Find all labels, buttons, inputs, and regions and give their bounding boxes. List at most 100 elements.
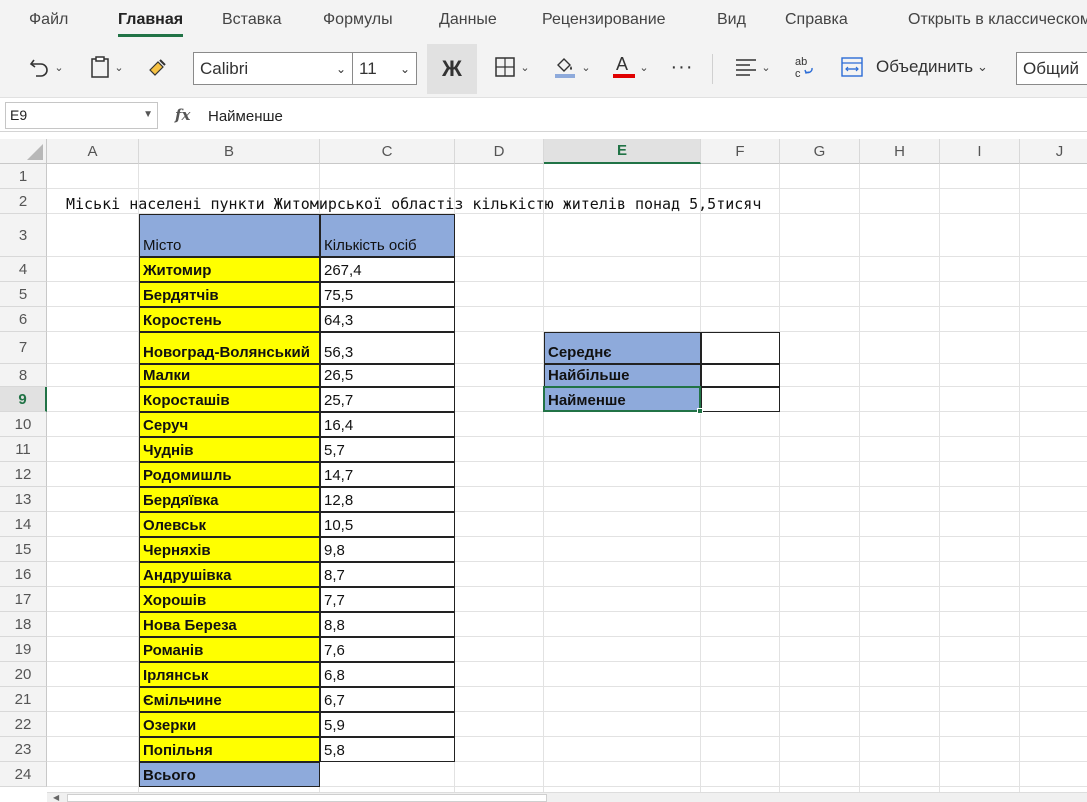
menu-open-desktop[interactable]: Открыть в классическом <box>908 11 1087 29</box>
more-options-button[interactable]: ··· <box>664 48 700 86</box>
population-cell[interactable]: 64,3 <box>320 307 455 332</box>
sheet-title-cell[interactable]: Міські населені пункти Житомирської обла… <box>66 195 761 213</box>
row-header-10[interactable]: 10 <box>0 412 47 437</box>
stat-label-cell[interactable]: Найбільше <box>544 364 701 387</box>
format-painter-button[interactable] <box>142 48 174 86</box>
row-header-1[interactable]: 1 <box>0 164 47 189</box>
population-cell[interactable]: 12,8 <box>320 487 455 512</box>
population-cell[interactable]: 56,3 <box>320 332 455 364</box>
population-cell[interactable]: 6,8 <box>320 662 455 687</box>
select-all-corner[interactable] <box>0 139 47 164</box>
scroll-left-icon[interactable]: ◀ <box>53 793 59 802</box>
font-name-select[interactable]: Calibri ⌄ <box>193 52 353 85</box>
spreadsheet-grid[interactable]: ABCDEFGHIJ 1 2 3 4 5 6 7 8 9 10 11 12 13 14 15 16 17 18 19… <box>0 139 1087 802</box>
menu-home[interactable]: Главная <box>118 11 183 29</box>
city-cell[interactable]: Серуч <box>139 412 320 437</box>
table-header-population[interactable]: Кількість осіб <box>320 214 455 257</box>
undo-button[interactable]: ⌄ <box>22 48 70 86</box>
city-cell[interactable]: Короcташів <box>139 387 320 412</box>
font-size-select[interactable]: 11 ⌄ <box>352 52 417 85</box>
city-cell[interactable]: Попільня <box>139 737 320 762</box>
font-color-button[interactable]: A ⌄ <box>606 48 654 86</box>
population-cell[interactable]: 6,7 <box>320 687 455 712</box>
city-cell[interactable]: Хорошів <box>139 587 320 612</box>
row-header-9[interactable]: 9 <box>0 387 47 412</box>
menu-view[interactable]: Вид <box>717 11 746 29</box>
city-cell[interactable]: Родомишль <box>139 462 320 487</box>
population-cell[interactable]: 16,4 <box>320 412 455 437</box>
city-cell[interactable]: Ємільчине <box>139 687 320 712</box>
menu-review[interactable]: Рецензирование <box>542 11 666 29</box>
row-header-15[interactable]: 15 <box>0 537 47 562</box>
row-header-5[interactable]: 5 <box>0 282 47 307</box>
menu-formulas[interactable]: Формулы <box>323 11 393 29</box>
row-header-20[interactable]: 20 <box>0 662 47 687</box>
row-header-17[interactable]: 17 <box>0 587 47 612</box>
column-header-j[interactable]: J <box>1020 139 1087 164</box>
city-cell[interactable]: Черняхів <box>139 537 320 562</box>
city-cell[interactable]: Озерки <box>139 712 320 737</box>
row-header-19[interactable]: 19 <box>0 637 47 662</box>
column-header-a[interactable]: A <box>47 139 139 164</box>
city-cell[interactable]: Коростень <box>139 307 320 332</box>
row-header-4[interactable]: 4 <box>0 257 47 282</box>
column-header-i[interactable]: I <box>940 139 1020 164</box>
city-cell[interactable]: Житомир <box>139 257 320 282</box>
city-cell[interactable]: Бердятчів <box>139 282 320 307</box>
menu-insert[interactable]: Вставка <box>222 11 281 29</box>
population-cell[interactable]: 5,7 <box>320 437 455 462</box>
formula-input[interactable]: Найменше <box>208 108 283 125</box>
row-header-3[interactable]: 3 <box>0 214 47 257</box>
city-cell[interactable]: Малки <box>139 364 320 387</box>
fill-handle[interactable] <box>697 408 703 414</box>
city-cell[interactable]: Андрушівка <box>139 562 320 587</box>
bold-button[interactable]: Ж <box>427 44 477 94</box>
row-header-11[interactable]: 11 <box>0 437 47 462</box>
row-header-16[interactable]: 16 <box>0 562 47 587</box>
function-icon[interactable]: fx <box>175 106 190 124</box>
population-cell[interactable]: 7,7 <box>320 587 455 612</box>
row-header-24[interactable]: 24 <box>0 762 47 787</box>
number-format-select[interactable]: Общий <box>1016 52 1087 85</box>
stat-value-cell[interactable] <box>701 387 780 412</box>
fill-color-button[interactable]: ⌄ <box>548 48 596 86</box>
population-cell[interactable]: 75,5 <box>320 282 455 307</box>
row-header-6[interactable]: 6 <box>0 307 47 332</box>
menu-help[interactable]: Справка <box>785 11 848 29</box>
city-cell[interactable]: Олевськ <box>139 512 320 537</box>
column-header-h[interactable]: H <box>860 139 940 164</box>
merge-button[interactable]: Объединить ⌄ <box>840 48 1006 86</box>
column-header-g[interactable]: G <box>780 139 860 164</box>
borders-button[interactable]: ⌄ <box>488 48 536 86</box>
city-cell[interactable]: Чуднів <box>139 437 320 462</box>
city-cell[interactable]: Бердяївка <box>139 487 320 512</box>
table-header-city[interactable]: Місто <box>139 214 320 257</box>
population-cell[interactable]: 10,5 <box>320 512 455 537</box>
row-header-21[interactable]: 21 <box>0 687 47 712</box>
align-button[interactable]: ⌄ <box>728 48 778 86</box>
population-cell[interactable]: 9,8 <box>320 537 455 562</box>
row-header-8[interactable]: 8 <box>0 364 47 387</box>
population-cell[interactable]: 8,8 <box>320 612 455 637</box>
stat-value-cell[interactable] <box>701 364 780 387</box>
row-header-22[interactable]: 22 <box>0 712 47 737</box>
stat-value-cell[interactable] <box>701 332 780 364</box>
wrap-text-button[interactable]: ab c <box>788 48 822 86</box>
row-header-7[interactable]: 7 <box>0 332 47 364</box>
population-cell[interactable]: 8,7 <box>320 562 455 587</box>
row-header-23[interactable]: 23 <box>0 737 47 762</box>
population-cell[interactable]: 14,7 <box>320 462 455 487</box>
population-cell[interactable]: 267,4 <box>320 257 455 282</box>
row-header-18[interactable]: 18 <box>0 612 47 637</box>
scrollbar-thumb[interactable] <box>67 794 547 802</box>
menu-file[interactable]: Файл <box>29 11 68 29</box>
name-box[interactable]: E9 ▼ <box>5 102 158 129</box>
city-cell[interactable]: Романів <box>139 637 320 662</box>
city-cell[interactable]: Нова Береза <box>139 612 320 637</box>
city-cell[interactable]: Ірлянськ <box>139 662 320 687</box>
column-header-d[interactable]: D <box>455 139 544 164</box>
population-cell[interactable]: 5,9 <box>320 712 455 737</box>
row-header-12[interactable]: 12 <box>0 462 47 487</box>
paste-button[interactable]: ⌄ <box>82 48 132 86</box>
row-header-2[interactable]: 2 <box>0 189 47 214</box>
